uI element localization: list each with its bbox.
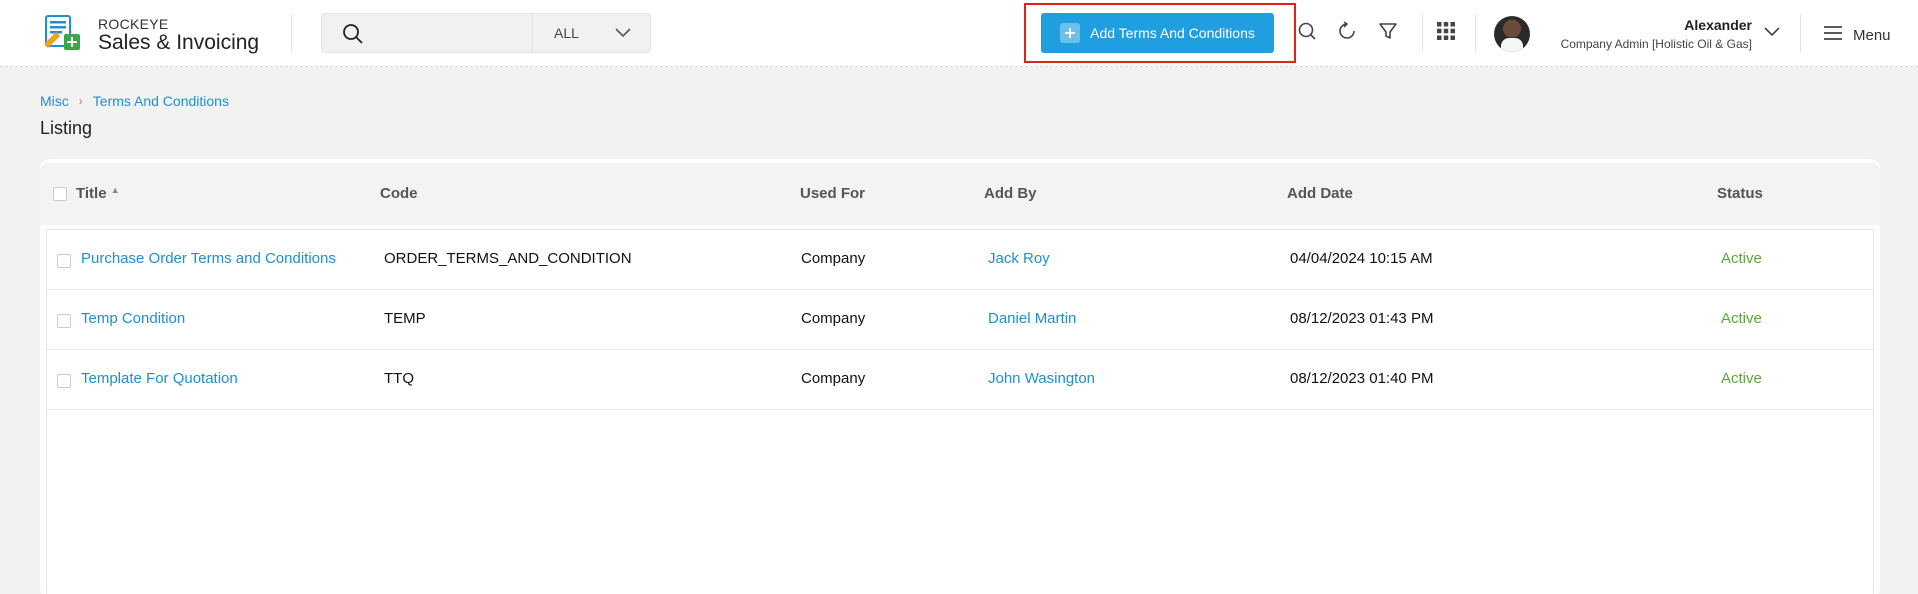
row-used-for: Company (801, 250, 866, 267)
breadcrumb: Misc › Terms And Conditions (40, 93, 229, 109)
divider (1422, 14, 1423, 52)
row-title-link[interactable]: Temp Condition (81, 310, 185, 327)
avatar[interactable] (1494, 16, 1530, 52)
table-header: Title ▲ Code Used For Add By Add Date St… (40, 163, 1880, 225)
column-header-code: Code (380, 185, 418, 202)
app-logo-icon[interactable] (42, 14, 82, 52)
add-terms-button[interactable]: Add Terms And Conditions (1041, 13, 1274, 53)
row-add-date: 08/12/2023 01:43 PM (1290, 310, 1434, 327)
row-add-by-link[interactable]: Daniel Martin (988, 310, 1076, 327)
filter-icon[interactable] (1378, 21, 1398, 46)
row-add-date: 08/12/2023 01:40 PM (1290, 370, 1434, 387)
plus-icon (1060, 23, 1081, 43)
row-code: TEMP (384, 310, 426, 327)
apps-grid-icon[interactable] (1436, 21, 1456, 46)
search-icon[interactable] (1297, 21, 1317, 46)
chevron-down-icon[interactable] (614, 26, 632, 45)
row-add-by-link[interactable]: John Wasington (988, 370, 1095, 387)
sort-icon[interactable]: ▲ (111, 185, 120, 195)
search-scope-value[interactable]: ALL (554, 25, 579, 41)
status-badge: Active (1721, 370, 1762, 387)
row-checkbox[interactable] (57, 254, 71, 268)
top-header: ROCKEYE Sales & Invoicing ALL Add Terms … (0, 0, 1918, 67)
app-title: Sales & Invoicing (98, 31, 260, 54)
listing-table: Title ▲ Code Used For Add By Add Date St… (40, 159, 1880, 594)
column-header-status: Status (1717, 185, 1763, 202)
divider (1800, 14, 1801, 52)
row-add-by-link[interactable]: Jack Roy (988, 250, 1050, 267)
add-terms-label: Add Terms And Conditions (1090, 25, 1255, 41)
breadcrumb-terms[interactable]: Terms And Conditions (93, 93, 229, 109)
breadcrumb-misc[interactable]: Misc (40, 93, 69, 109)
row-checkbox[interactable] (57, 374, 71, 388)
column-header-add-date: Add Date (1287, 185, 1353, 202)
divider (532, 14, 533, 52)
column-header-title[interactable]: Title ▲ (76, 185, 120, 202)
chevron-down-icon[interactable] (1763, 25, 1781, 44)
brand-name: ROCKEYE (98, 16, 169, 32)
table-row: Purchase Order Terms and Conditions ORDE… (47, 230, 1873, 290)
user-role: Company Admin [Holistic Oil & Gas] (1560, 37, 1752, 51)
column-header-add-by: Add By (984, 185, 1037, 202)
status-badge: Active (1721, 250, 1762, 267)
refresh-icon[interactable] (1337, 21, 1357, 46)
row-used-for: Company (801, 310, 866, 327)
row-add-date: 04/04/2024 10:15 AM (1290, 250, 1433, 267)
page-title: Listing (40, 118, 93, 138)
table-body: Purchase Order Terms and Conditions ORDE… (46, 229, 1874, 594)
chevron-right-icon: › (78, 94, 83, 108)
table-row: Temp Condition TEMP Company Daniel Marti… (47, 290, 1873, 350)
search-input[interactable] (374, 20, 524, 46)
search-icon[interactable] (342, 23, 364, 50)
row-code: TTQ (384, 370, 414, 387)
row-used-for: Company (801, 370, 866, 387)
global-search: ALL (321, 13, 651, 53)
column-header-used-for: Used For (800, 185, 866, 202)
row-title-link[interactable]: Template For Quotation (81, 370, 238, 387)
row-title-link[interactable]: Purchase Order Terms and Conditions (81, 250, 336, 267)
column-header-label: Title (76, 185, 107, 202)
menu-button-label[interactable]: Menu (1853, 27, 1891, 44)
status-badge: Active (1721, 310, 1762, 327)
row-checkbox[interactable] (57, 314, 71, 328)
user-name[interactable]: Alexander (1684, 17, 1752, 33)
select-all-checkbox[interactable] (53, 187, 67, 201)
table-row: Template For Quotation TTQ Company John … (47, 350, 1873, 410)
hamburger-menu-icon[interactable] (1823, 25, 1843, 46)
divider (291, 14, 292, 52)
divider (1475, 14, 1476, 52)
row-code: ORDER_TERMS_AND_CONDITION (384, 250, 632, 267)
